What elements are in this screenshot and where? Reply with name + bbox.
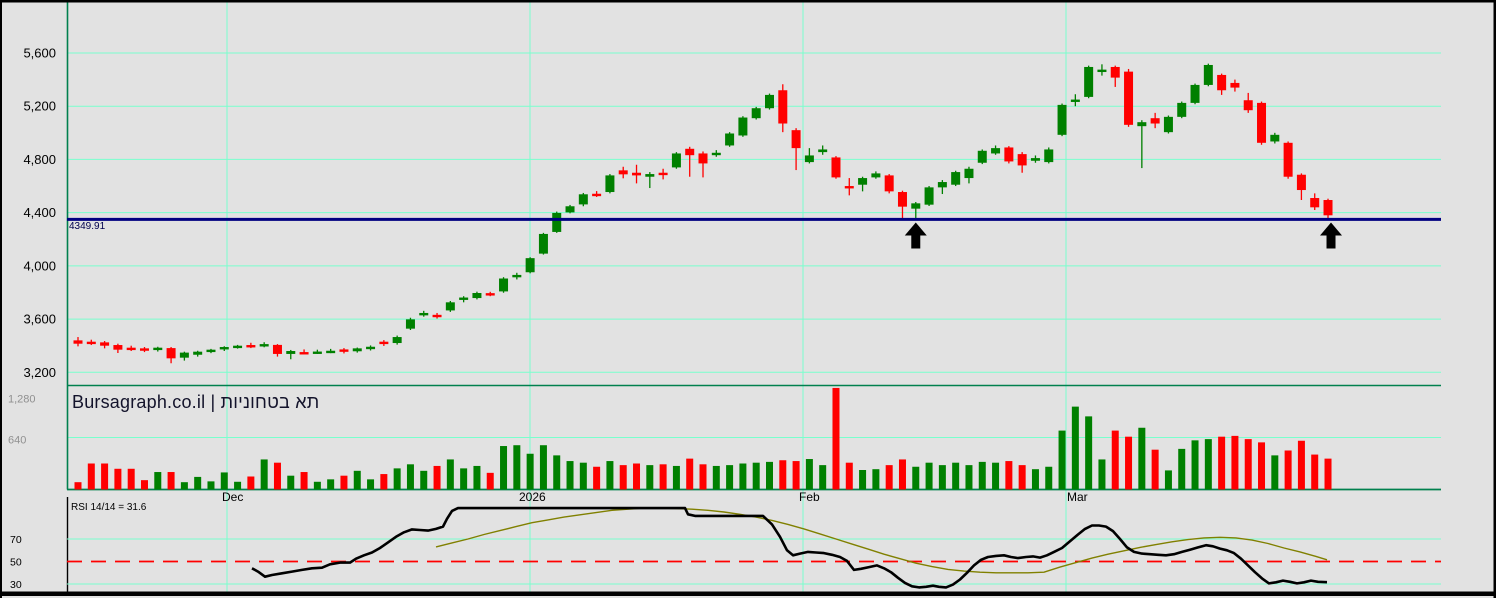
rsi-level-70: 70	[10, 534, 22, 546]
bursagraph-chart-window: Dec 2026 Feb Mar 5,600 5,200 4,800 4,400 4,000 3,…	[0, 0, 1496, 598]
watermark-brand-label: Bursagraph.co.il | תא בטחוניות	[72, 392, 320, 412]
stock-chart-canvas[interactable]: Dec 2026 Feb Mar 5,600 5,200 4,800 4,400 4,000 3,…	[0, 0, 1496, 598]
volume-tick-640: 640	[8, 435, 26, 447]
rsi-level-50: 50	[10, 557, 22, 569]
rsi-panel	[67, 506, 1441, 589]
x-axis-tick-Dec: Dec	[222, 490, 243, 504]
rsi-ma-line	[435, 507, 1328, 574]
x-axis-tick-2026: 2026	[519, 490, 546, 504]
rsi-line	[251, 506, 1328, 589]
annotations	[67, 217, 1441, 249]
volume-tick-1280: 1,280	[8, 394, 36, 406]
rsi-indicator-label: RSI 14/14 = 31.6	[71, 502, 147, 513]
buy-arrow-icon	[1320, 222, 1343, 249]
price-tick-5200: 5,200	[23, 99, 56, 114]
x-axis-tick-Mar: Mar	[1067, 490, 1088, 504]
support-line-price-label: 4349.91	[69, 221, 106, 232]
price-tick-4400: 4,400	[23, 205, 56, 220]
x-axis-tick-Feb: Feb	[799, 490, 820, 504]
buy-arrow-icon	[904, 222, 927, 249]
price-tick-3200: 3,200	[23, 365, 56, 380]
rsi-level-30: 30	[10, 579, 22, 591]
price-tick-3600: 3,600	[23, 312, 56, 327]
candlesticks	[73, 63, 1333, 364]
price-tick-4000: 4,000	[23, 258, 56, 273]
price-tick-5600: 5,600	[23, 46, 56, 61]
price-tick-4800: 4,800	[23, 152, 56, 167]
